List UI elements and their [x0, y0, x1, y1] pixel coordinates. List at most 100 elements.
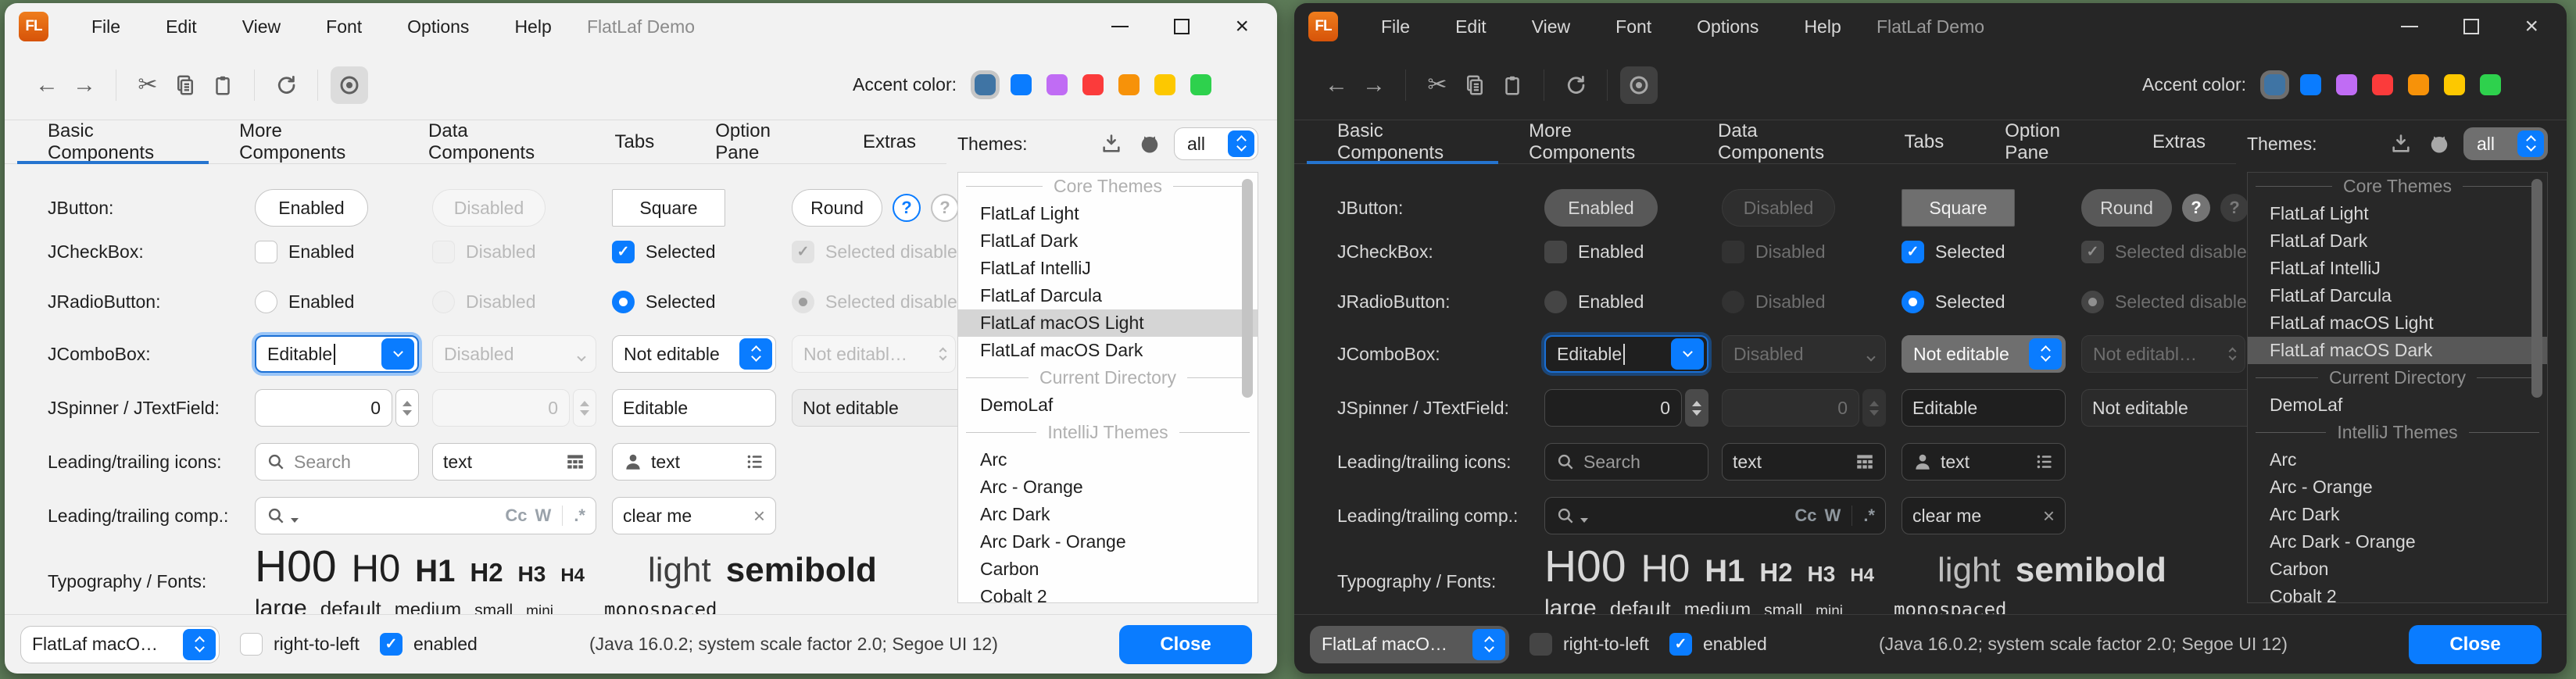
accent-swatch-red[interactable]	[1082, 74, 1104, 95]
theme-item[interactable]: FlatLaf Light	[958, 200, 1258, 227]
theme-item[interactable]: Arc Dark - Orange	[958, 528, 1258, 556]
search-input-advanced[interactable]: Cc W .*	[255, 497, 596, 534]
text-input-user[interactable]: text	[1902, 443, 2066, 481]
combobox-not-editable[interactable]: Not editable	[612, 335, 776, 373]
theme-item[interactable]: FlatLaf Darcula	[958, 282, 1258, 309]
inspect-toggle-icon[interactable]	[1620, 66, 1658, 104]
menu-font[interactable]: Font	[1593, 16, 1674, 38]
tab-option-pane[interactable]: Option Pane	[685, 120, 832, 163]
tab-basic-components[interactable]: Basic Components	[1307, 120, 1498, 163]
theme-item[interactable]: Carbon	[958, 556, 1258, 583]
tab-option-pane[interactable]: Option Pane	[1974, 120, 2122, 163]
radio-icon[interactable]	[255, 291, 277, 313]
paste-icon[interactable]	[204, 66, 242, 104]
menu-help[interactable]: Help	[1781, 16, 1863, 38]
back-icon[interactable]: ←	[28, 66, 66, 104]
theme-item[interactable]: Carbon	[2248, 556, 2547, 583]
textfield-editable[interactable]: Editable	[1902, 389, 2066, 427]
themes-filter-combobox[interactable]: all	[2463, 127, 2548, 160]
radio-selected[interactable]: Selected	[1902, 291, 2005, 313]
search-input-advanced[interactable]: Cc W .*	[1544, 497, 1886, 534]
accent-swatch-orange[interactable]	[2408, 74, 2429, 95]
tab-more-components[interactable]: More Components	[1498, 120, 1687, 163]
right-to-left-checkbox[interactable]: right-to-left	[240, 633, 360, 656]
menu-font[interactable]: Font	[303, 16, 385, 38]
themes-list[interactable]: Core Themes FlatLaf Light FlatLaf Dark F…	[957, 172, 1258, 603]
accent-swatch-yellow[interactable]	[2444, 74, 2465, 95]
checkbox-icon[interactable]	[255, 241, 277, 263]
checkbox-icon[interactable]	[240, 633, 263, 656]
theme-item[interactable]: Arc	[958, 446, 1258, 474]
menu-file[interactable]: File	[69, 16, 143, 38]
spinner-field[interactable]: 0	[1544, 389, 1682, 427]
accent-swatch-red[interactable]	[2372, 74, 2393, 95]
match-case-toggle[interactable]: Cc	[505, 506, 527, 526]
theme-item[interactable]: DemoLaf	[2248, 391, 2547, 419]
theme-item[interactable]: Arc	[2248, 446, 2547, 474]
checkbox-enabled[interactable]: Enabled	[1544, 241, 1644, 263]
textfield-editable[interactable]: Editable	[612, 389, 776, 427]
tab-tabs[interactable]: Tabs	[585, 120, 685, 163]
help-button[interactable]: ?	[893, 194, 921, 222]
text-input-user[interactable]: text	[612, 443, 776, 481]
combobox-updown-button[interactable]	[739, 338, 772, 370]
checkbox-icon[interactable]	[1544, 241, 1567, 263]
checkbox-selected[interactable]: ✓Selected	[1902, 241, 2005, 263]
theme-item[interactable]: Cobalt 2	[2248, 583, 2547, 603]
accent-swatch-blue[interactable]	[2300, 74, 2321, 95]
clearable-input[interactable]: clear me ×	[1902, 497, 2066, 534]
combobox-updown-button[interactable]	[1472, 629, 1505, 660]
regex-toggle[interactable]: .*	[1863, 506, 1875, 526]
tab-basic-components[interactable]: Basic Components	[17, 120, 209, 163]
scrollbar-thumb[interactable]	[2531, 179, 2542, 398]
search-input[interactable]: Search	[255, 443, 419, 481]
checkbox-checked-icon[interactable]: ✓	[1669, 633, 1692, 656]
copy-icon[interactable]	[1456, 66, 1494, 104]
accent-swatch-purple[interactable]	[1046, 74, 1068, 95]
theme-item[interactable]: FlatLaf Light	[2248, 200, 2547, 227]
menu-options[interactable]: Options	[385, 16, 492, 38]
laf-combobox[interactable]: FlatLaf macOS Li...	[20, 626, 220, 663]
regex-toggle[interactable]: .*	[574, 506, 585, 526]
radio-enabled[interactable]: Enabled	[255, 291, 354, 313]
cut-icon[interactable]: ✂	[129, 66, 166, 104]
theme-item[interactable]: Arc - Orange	[958, 474, 1258, 501]
download-icon[interactable]	[2390, 133, 2412, 155]
text-input-calendar[interactable]: text	[432, 443, 596, 481]
theme-item[interactable]: Arc Dark	[958, 501, 1258, 528]
close-icon[interactable]: ×	[1235, 15, 1249, 38]
theme-item[interactable]: FlatLaf Dark	[2248, 227, 2547, 255]
forward-icon[interactable]: →	[66, 66, 103, 104]
theme-item[interactable]: FlatLaf macOS Dark	[958, 337, 1258, 364]
github-icon[interactable]	[2428, 132, 2451, 155]
theme-item[interactable]: Arc Dark	[2248, 501, 2547, 528]
radio-selected[interactable]: Selected	[612, 291, 716, 313]
radio-icon[interactable]	[1544, 291, 1567, 313]
maximize-icon[interactable]	[2463, 19, 2479, 34]
whole-word-toggle[interactable]: W	[1825, 506, 1841, 526]
table-icon[interactable]	[565, 452, 585, 472]
forward-icon[interactable]: →	[1355, 66, 1393, 104]
combobox-arrow-button[interactable]	[381, 338, 414, 370]
tab-extras[interactable]: Extras	[2122, 120, 2236, 163]
tab-data-components[interactable]: Data Components	[398, 120, 585, 163]
menu-view[interactable]: View	[1509, 16, 1593, 38]
accent-swatch-blue[interactable]	[1011, 74, 1032, 95]
checkbox-checked-icon[interactable]: ✓	[1902, 241, 1924, 263]
inspect-toggle-icon[interactable]	[331, 66, 368, 104]
radio-selected-icon[interactable]	[612, 291, 635, 313]
theme-item-selected[interactable]: FlatLaf macOS Light	[958, 309, 1258, 337]
match-case-toggle[interactable]: Cc	[1794, 506, 1816, 526]
right-to-left-checkbox[interactable]: right-to-left	[1530, 633, 1649, 656]
radio-enabled[interactable]: Enabled	[1544, 291, 1644, 313]
github-icon[interactable]	[1138, 132, 1161, 155]
theme-item[interactable]: FlatLaf macOS Light	[2248, 309, 2547, 337]
tab-data-components[interactable]: Data Components	[1687, 120, 1874, 163]
menu-options[interactable]: Options	[1674, 16, 1781, 38]
spinner-arrows[interactable]	[395, 389, 419, 427]
square-button[interactable]: Square	[612, 189, 725, 227]
round-button[interactable]: Round	[2081, 189, 2172, 227]
accent-swatch-purple[interactable]	[2336, 74, 2357, 95]
theme-item-selected[interactable]: FlatLaf macOS Dark	[2248, 337, 2547, 364]
enabled-button[interactable]: Enabled	[255, 189, 368, 227]
